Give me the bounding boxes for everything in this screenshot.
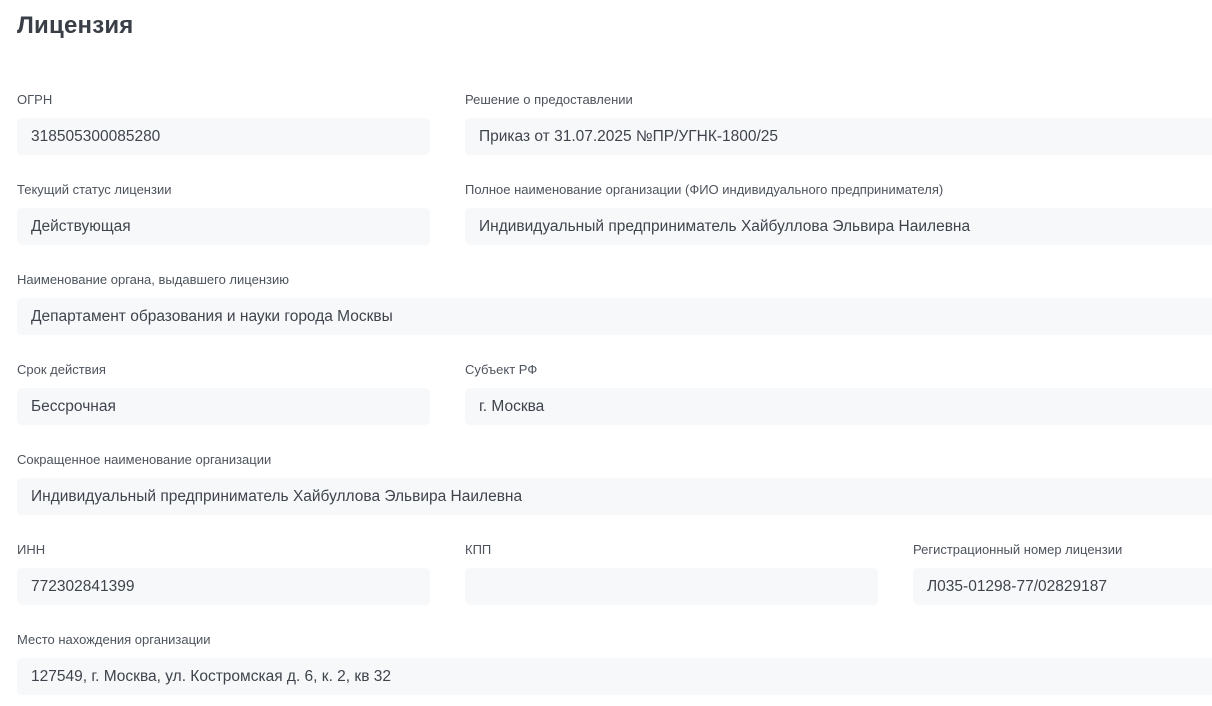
region-field: Субъект РФ г. Москва	[465, 362, 1212, 425]
validity-label: Срок действия	[17, 362, 106, 377]
status-field: Текущий статус лицензии Действующая	[17, 182, 430, 245]
ogrn-value[interactable]: 318505300085280	[17, 118, 430, 155]
validity-value[interactable]: Бессрочная	[17, 388, 430, 425]
full-name-value[interactable]: Индивидуальный предприниматель Хайбуллов…	[465, 208, 1212, 245]
region-label: Субъект РФ	[465, 362, 538, 377]
reg-number-field: Регистрационный номер лицензии Л035-0129…	[913, 542, 1212, 605]
kpp-field: КПП	[465, 542, 878, 605]
kpp-label: КПП	[465, 542, 492, 557]
page-title: Лицензия	[17, 12, 134, 39]
decision-label: Решение о предоставлении	[465, 92, 633, 107]
kpp-value[interactable]	[465, 568, 878, 605]
address-field: Место нахождения организации 127549, г. …	[17, 632, 1212, 695]
short-name-value[interactable]: Индивидуальный предприниматель Хайбуллов…	[17, 478, 1212, 515]
address-value[interactable]: 127549, г. Москва, ул. Костромская д. 6,…	[17, 658, 1212, 695]
region-value[interactable]: г. Москва	[465, 388, 1212, 425]
issuer-field: Наименование органа, выдавшего лицензию …	[17, 272, 1212, 335]
issuer-value[interactable]: Департамент образования и науки города М…	[17, 298, 1212, 335]
full-name-label: Полное наименование организации (ФИО инд…	[465, 182, 944, 197]
status-label: Текущий статус лицензии	[17, 182, 172, 197]
reg-number-label: Регистрационный номер лицензии	[913, 542, 1123, 557]
inn-field: ИНН 772302841399	[17, 542, 430, 605]
reg-number-value[interactable]: Л035-01298-77/02829187	[913, 568, 1212, 605]
issuer-label: Наименование органа, выдавшего лицензию	[17, 272, 289, 287]
full-name-field: Полное наименование организации (ФИО инд…	[465, 182, 1212, 245]
short-name-label: Сокращенное наименование организации	[17, 452, 272, 467]
status-value[interactable]: Действующая	[17, 208, 430, 245]
decision-field: Решение о предоставлении Приказ от 31.07…	[465, 92, 1212, 155]
ogrn-label: ОГРН	[17, 92, 53, 107]
short-name-field: Сокращенное наименование организации Инд…	[17, 452, 1212, 515]
ogrn-field: ОГРН 318505300085280	[17, 92, 430, 155]
inn-label: ИНН	[17, 542, 46, 557]
address-label: Место нахождения организации	[17, 632, 211, 647]
inn-value[interactable]: 772302841399	[17, 568, 430, 605]
decision-value[interactable]: Приказ от 31.07.2025 №ПР/УГНК-1800/25	[465, 118, 1212, 155]
validity-field: Срок действия Бессрочная	[17, 362, 430, 425]
